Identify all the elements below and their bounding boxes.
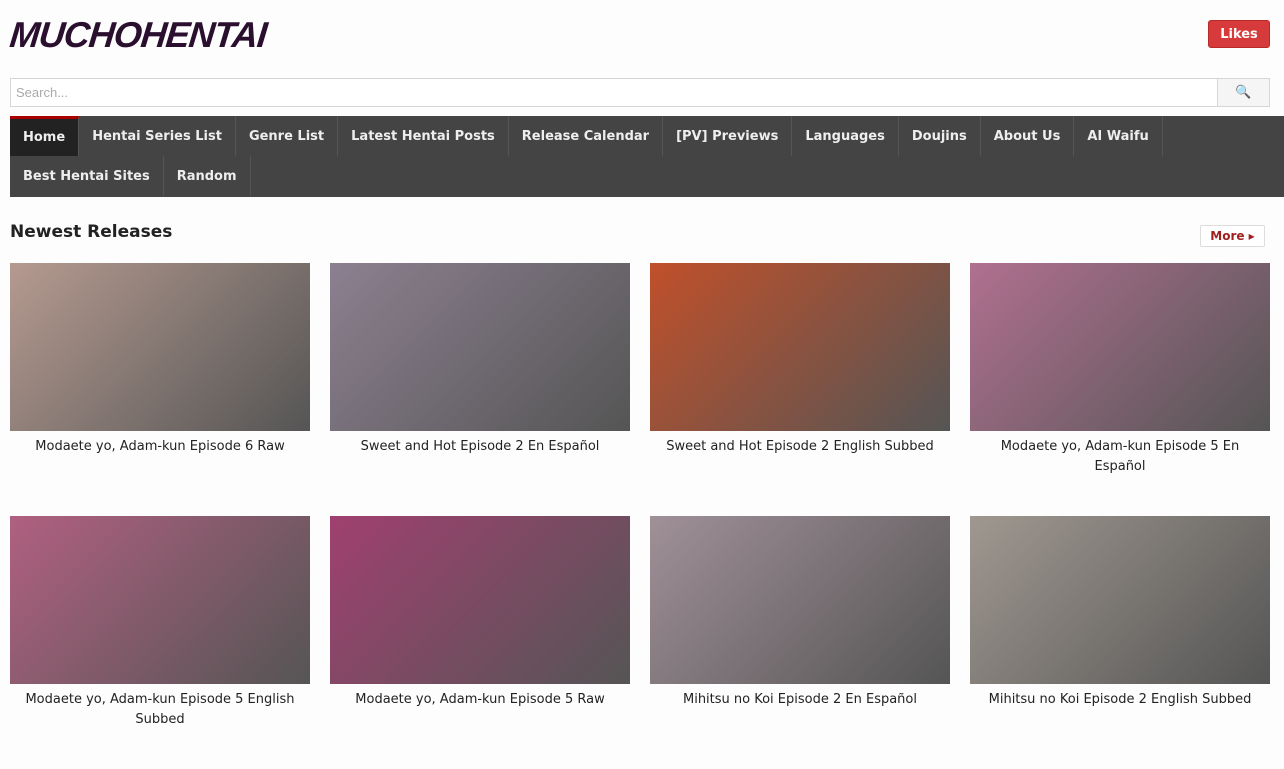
nav-item-home[interactable]: Home	[10, 116, 80, 156]
release-title[interactable]: Modaete yo, Adam-kun Episode 5 En Españo…	[970, 437, 1270, 477]
nav-item-pv-previews[interactable]: [PV] Previews	[663, 116, 793, 156]
release-card[interactable]: Modaete yo, Adam-kun Episode 5 Raw	[330, 516, 630, 769]
release-title[interactable]: Sweet and Hot Episode 2 En Español	[330, 437, 630, 457]
release-thumbnail[interactable]	[650, 516, 950, 684]
release-thumbnail[interactable]	[10, 263, 310, 431]
section-title: Newest Releases	[10, 222, 173, 242]
site-logo[interactable]: MUCHOHENTAI	[8, 14, 269, 56]
search-icon: 🔍	[1235, 85, 1252, 100]
nav-item-about-us[interactable]: About Us	[981, 116, 1075, 156]
release-card[interactable]: Modaete yo, Adam-kun Episode 6 Raw	[10, 263, 310, 516]
nav-item-doujins[interactable]: Doujins	[899, 116, 981, 156]
nav-item-hentai-series-list[interactable]: Hentai Series List	[79, 116, 236, 156]
release-card[interactable]: Modaete yo, Adam-kun Episode 5 En Españo…	[970, 263, 1270, 516]
release-title[interactable]: Modaete yo, Adam-kun Episode 5 English S…	[10, 690, 310, 730]
release-card[interactable]: Sweet and Hot Episode 2 English Subbed	[650, 263, 950, 516]
release-thumbnail[interactable]	[970, 263, 1270, 431]
release-grid: Modaete yo, Adam-kun Episode 6 Raw Sweet …	[10, 263, 1270, 769]
nav-item-ai-waifu[interactable]: AI Waifu	[1074, 116, 1163, 156]
release-card[interactable]: Mihitsu no Koi Episode 2 English Subbed	[970, 516, 1270, 769]
nav-item-random[interactable]: Random	[164, 156, 251, 196]
release-thumbnail[interactable]	[330, 263, 630, 431]
release-thumbnail[interactable]	[970, 516, 1270, 684]
nav-item-latest-hentai-posts[interactable]: Latest Hentai Posts	[338, 116, 509, 156]
search-bar: 🔍	[10, 78, 1270, 107]
search-button[interactable]: 🔍	[1217, 79, 1269, 106]
release-card[interactable]: Sweet and Hot Episode 2 En Español	[330, 263, 630, 516]
release-title[interactable]: Sweet and Hot Episode 2 English Subbed	[650, 437, 950, 457]
main-nav: Home Hentai Series List Genre List Latest H…	[10, 116, 1284, 197]
nav-item-best-hentai-sites[interactable]: Best Hentai Sites	[10, 156, 164, 196]
release-thumbnail[interactable]	[10, 516, 310, 684]
nav-item-genre-list[interactable]: Genre List	[236, 116, 339, 156]
release-thumbnail[interactable]	[650, 263, 950, 431]
release-title[interactable]: Modaete yo, Adam-kun Episode 5 Raw	[330, 690, 630, 710]
release-title[interactable]: Mihitsu no Koi Episode 2 English Subbed	[970, 690, 1270, 710]
release-title[interactable]: Modaete yo, Adam-kun Episode 6 Raw	[10, 437, 310, 457]
release-title[interactable]: Mihitsu no Koi Episode 2 En Español	[650, 690, 950, 710]
release-card[interactable]: Modaete yo, Adam-kun Episode 5 English S…	[10, 516, 310, 769]
nav-item-release-calendar[interactable]: Release Calendar	[509, 116, 664, 156]
likes-button[interactable]: Likes	[1208, 20, 1270, 48]
search-input[interactable]	[11, 79, 1217, 106]
more-button[interactable]: More ▸	[1200, 225, 1265, 247]
release-card[interactable]: Mihitsu no Koi Episode 2 En Español	[650, 516, 950, 769]
release-thumbnail[interactable]	[330, 516, 630, 684]
nav-item-languages[interactable]: Languages	[792, 116, 899, 156]
